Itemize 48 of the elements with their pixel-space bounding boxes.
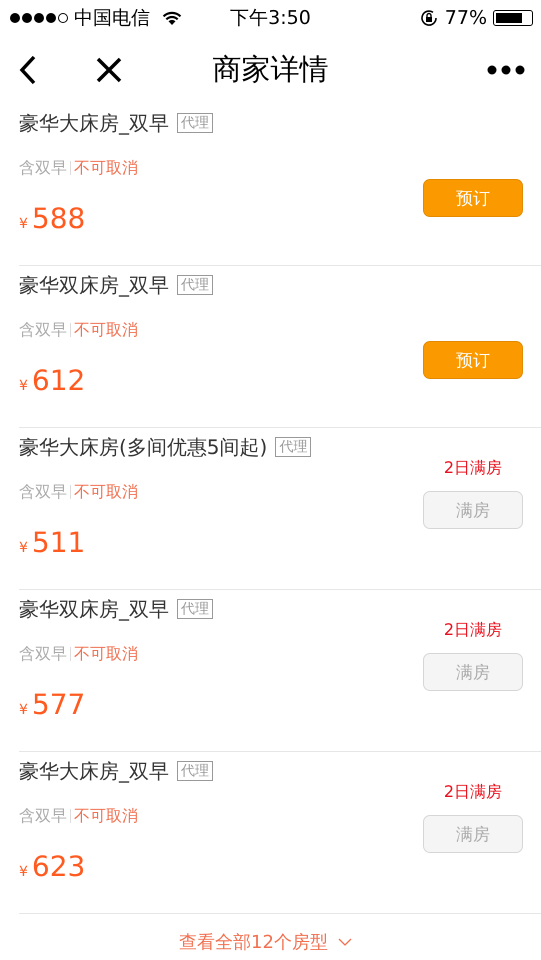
view-all-link[interactable]: 查看全部12个房型 bbox=[179, 930, 328, 954]
breakfast-label: 含双早 bbox=[19, 320, 67, 340]
cancel-policy: 不可取消 bbox=[74, 320, 138, 340]
breakfast-label: 含双早 bbox=[19, 644, 67, 664]
room-price: 577 bbox=[32, 688, 86, 721]
cancel-policy: 不可取消 bbox=[74, 806, 138, 826]
room-price: 623 bbox=[32, 850, 86, 883]
sold-out-note: 2日满房 bbox=[444, 620, 502, 641]
room-name: 豪华大床房(多间优惠5间起) bbox=[19, 434, 268, 460]
cancel-policy: 不可取消 bbox=[74, 158, 138, 178]
currency-symbol: ¥ bbox=[19, 540, 28, 556]
currency-symbol: ¥ bbox=[19, 378, 28, 394]
room-price: 588 bbox=[32, 202, 86, 235]
page-title: 商家详情 bbox=[212, 51, 328, 88]
sold-out-note: 2日满房 bbox=[444, 458, 502, 479]
book-button[interactable]: 预订 bbox=[423, 179, 523, 217]
room-name: 豪华双床房_双早 bbox=[19, 596, 169, 622]
cancel-policy: 不可取消 bbox=[74, 482, 138, 502]
rotation-lock-icon bbox=[418, 8, 439, 28]
book-button[interactable]: 预订 bbox=[423, 341, 523, 379]
battery-icon bbox=[493, 10, 533, 26]
currency-symbol: ¥ bbox=[19, 864, 28, 880]
wifi-icon bbox=[162, 10, 182, 26]
currency-symbol: ¥ bbox=[19, 216, 28, 232]
sold-out-note: 2日满房 bbox=[444, 782, 502, 803]
breakfast-label: 含双早 bbox=[19, 806, 67, 826]
battery-percent: 77% bbox=[444, 7, 487, 29]
room-price: 511 bbox=[32, 526, 86, 559]
room-name: 豪华大床房_双早 bbox=[19, 758, 169, 784]
status-time: 下午3:50 bbox=[230, 6, 311, 31]
close-icon[interactable] bbox=[96, 57, 122, 83]
room-price: 612 bbox=[32, 364, 86, 397]
breakfast-label: 含双早 bbox=[19, 158, 67, 178]
agent-tag: 代理 bbox=[177, 761, 213, 781]
agent-tag: 代理 bbox=[177, 275, 213, 295]
carrier-name: 中国电信 bbox=[74, 6, 150, 31]
back-icon[interactable] bbox=[18, 54, 38, 86]
cancel-policy: 不可取消 bbox=[74, 644, 138, 664]
agent-tag: 代理 bbox=[177, 599, 213, 619]
agent-tag: 代理 bbox=[177, 113, 213, 133]
chevron-down-icon[interactable] bbox=[338, 938, 352, 946]
signal-icon bbox=[10, 13, 68, 23]
agent-tag: 代理 bbox=[275, 437, 312, 457]
room-name: 豪华双床房_双早 bbox=[19, 272, 169, 298]
room-name: 豪华大床房_双早 bbox=[19, 110, 169, 136]
breakfast-label: 含双早 bbox=[19, 482, 67, 502]
more-icon[interactable] bbox=[487, 65, 525, 75]
currency-symbol: ¥ bbox=[19, 702, 28, 718]
